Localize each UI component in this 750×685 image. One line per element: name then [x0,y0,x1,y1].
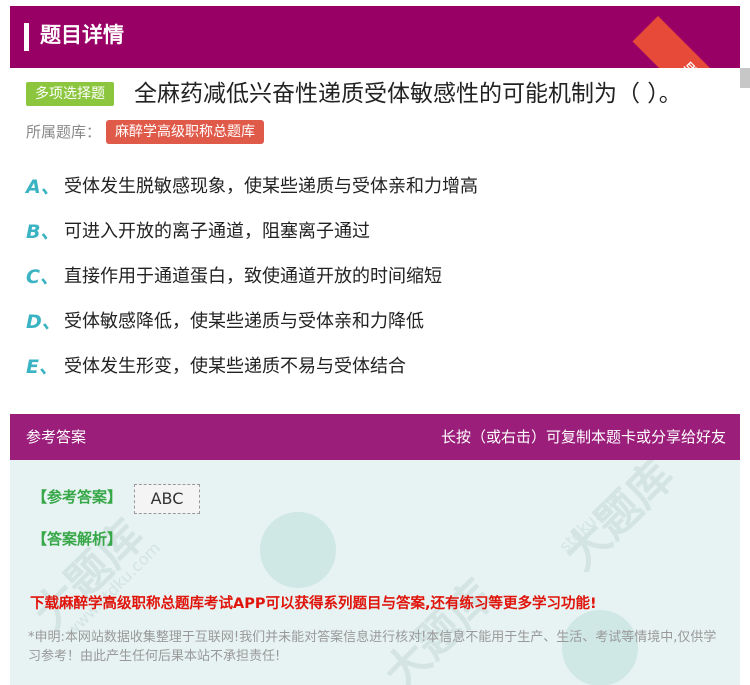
option-c[interactable]: C、 直接作用于通道蛋白，致使通道开放的时间缩短 [26,262,726,307]
bank-link[interactable]: 麻醉学高级职称总题库 [106,120,264,144]
option-text: 直接作用于通道蛋白，致使通道开放的时间缩短 [64,266,442,287]
option-text: 受体敏感降低，使某些递质与受体亲和力降低 [64,311,424,332]
watermark: 大题库 [554,460,684,580]
header-bar: 题目详情 题卡 [10,6,740,68]
bank-label: 所属题库： [26,123,102,141]
share-hint: 长按（或右击）可复制本题卡或分享给好友 [440,428,726,446]
options-list: A、 受体发生脱敏感现象，使某些递质与受体亲和力增高 B、 可进入开放的离子通道… [26,172,726,397]
option-a[interactable]: A、 受体发生脱敏感现象，使某些递质与受体亲和力增高 [26,172,726,217]
option-letter: A、 [26,176,60,198]
option-text: 可进入开放的离子通道，阻塞离子通过 [64,221,370,242]
option-d[interactable]: D、 受体敏感降低，使某些递质与受体亲和力降低 [26,307,726,352]
option-text: 受体发生形变，使某些递质不易与受体结合 [64,356,406,377]
answer-header: 参考答案 长按（或右击）可复制本题卡或分享给好友 [10,414,740,460]
ribbon-fold [740,68,750,88]
option-letter: E、 [26,356,58,378]
option-text: 受体发生脱敏感现象，使某些递质与受体亲和力增高 [64,176,478,197]
watermark-logo [260,512,336,588]
reference-answer-value: ABC [134,484,200,514]
option-letter: D、 [26,311,61,333]
option-e[interactable]: E、 受体发生形变，使某些递质不易与受体结合 [26,352,726,397]
option-letter: C、 [26,266,59,288]
question-type-tag: 多项选择题 [26,82,114,106]
option-letter: B、 [26,221,60,243]
watermark: 大题库 [374,570,504,685]
app-promo-link[interactable]: 下载麻醉学高级职称总题库考试APP可以获得系列题目与答案,还有练习等更多学习功能… [30,592,597,613]
page-title: 题目详情 [40,23,124,47]
question-row: 多项选择题 全麻药减低兴奋性递质受体敏感性的可能机制为（ ）。 [26,78,736,112]
answer-body: 大题库 大题库 大题库 www.stdku.com stdku.com 【参考答… [10,460,740,685]
option-b[interactable]: B、 可进入开放的离子通道，阻塞离子通过 [26,217,726,262]
answer-section-title: 参考答案 [26,428,87,446]
analysis-label: 【答案解析】 [32,530,123,548]
reference-answer-label: 【参考答案】 [32,488,123,506]
question-text: 全麻药减低兴奋性递质受体敏感性的可能机制为（ ）。 [134,81,682,107]
disclaimer-text: *申明:本网站数据收集整理于互联网!我们并未能对答案信息进行核对!本信息不能用于… [28,630,717,664]
card-ribbon: 题卡 [632,16,740,68]
header-accent-bar [24,23,29,51]
